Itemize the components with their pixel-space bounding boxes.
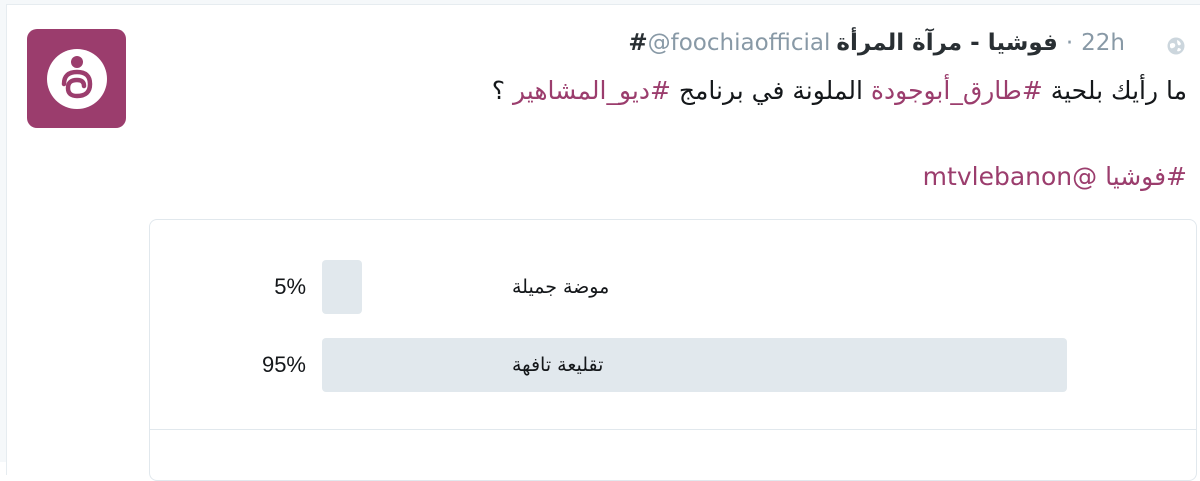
poll-bar-fill (322, 338, 1067, 392)
tweet-text: ما رأيك بلحية (1042, 76, 1187, 105)
mention-link[interactable]: @mtvlebanon (923, 162, 1097, 191)
poll-choice-label: موضة جميلة (512, 276, 610, 298)
avatar[interactable] (27, 29, 126, 128)
hashtag-link[interactable]: #ديو_المشاهير (513, 76, 671, 105)
tweet-timestamp[interactable]: 22h (1081, 30, 1125, 56)
foochia-logo (46, 48, 107, 109)
poll-divider (150, 429, 1196, 430)
poll-percent: 5% (274, 274, 306, 299)
poll-choice: 5% موضة جميلة (150, 260, 1196, 314)
poll-card: 5% موضة جميلة 95% تقليعة تافهة (149, 219, 1197, 481)
text-space (1097, 162, 1105, 191)
timeline-background: # @foochiaofficial فوشيا - مرآة المرأة ·… (0, 0, 1200, 481)
tweet-header: # @foochiaofficial فوشيا - مرآة المرأة ·… (628, 27, 1125, 59)
globe-icon (1165, 35, 1187, 57)
tweet-card[interactable]: # @foochiaofficial فوشيا - مرآة المرأة ·… (6, 4, 1200, 481)
poll-percent: 95% (261, 352, 306, 377)
poll-bar-track: موضة جميلة (322, 260, 1106, 314)
hashtag-link[interactable]: #فوشيا (1105, 162, 1187, 191)
poll-bar-fill (322, 260, 362, 314)
poll-bar-track: تقليعة تافهة (322, 338, 1106, 392)
hashtag-link[interactable]: #طارق_أبوجودة (871, 76, 1043, 105)
tweet-text-line-1: ما رأيك بلحية #طارق_أبوجودة الملونة في ب… (492, 71, 1187, 111)
tweet-text-line-2: #فوشيا @mtvlebanon (923, 157, 1187, 197)
user-handle[interactable]: @foochiaofficial (648, 30, 831, 56)
user-fullname[interactable]: فوشيا - مرآة المرأة (836, 30, 1057, 56)
tweet-text: الملونة في برنامج (670, 76, 871, 105)
poll-choice: 95% تقليعة تافهة (150, 338, 1196, 392)
poll-choice-label: تقليعة تافهة (512, 354, 604, 376)
tweet-text: ؟ (491, 76, 513, 105)
hash-prefix: # (628, 30, 648, 56)
header-separator: · (1065, 30, 1074, 56)
